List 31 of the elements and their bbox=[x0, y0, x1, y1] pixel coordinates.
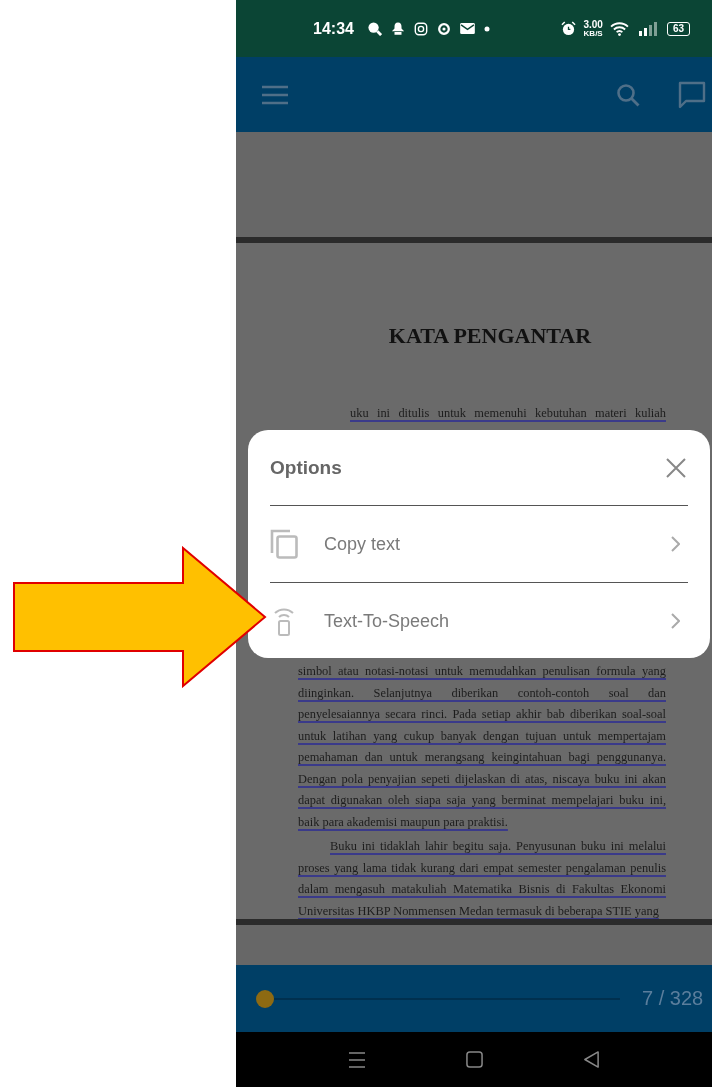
chat-icon[interactable] bbox=[678, 80, 706, 109]
close-button[interactable] bbox=[664, 455, 688, 480]
menu-icon[interactable] bbox=[348, 1050, 366, 1069]
chevron-icon bbox=[670, 613, 680, 629]
dialog-title: Options bbox=[270, 456, 342, 479]
menu-item[interactable]: Text-To-Speech bbox=[270, 582, 688, 659]
search-icon bbox=[366, 21, 382, 36]
mail-icon bbox=[459, 23, 475, 34]
dot-icon bbox=[483, 25, 490, 32]
slider-thumb[interactable] bbox=[256, 989, 274, 1008]
battery-indicator: 63 bbox=[666, 21, 690, 36]
search-icon[interactable] bbox=[616, 82, 640, 107]
menu-icon[interactable] bbox=[262, 84, 288, 105]
network-speed: 3.00 bbox=[583, 19, 603, 30]
back-icon[interactable] bbox=[583, 1051, 600, 1068]
page-counter: 7 / 328 bbox=[642, 987, 704, 1010]
alarm-icon bbox=[561, 21, 577, 36]
speed-unit: KB/S bbox=[583, 29, 603, 38]
text-line: uku ini ditulis untuk memenuhi kebutuhan materi kuliah bbox=[350, 405, 666, 422]
ring-icon bbox=[436, 21, 451, 36]
paragraph: simbol atau notasi-notasi untuk memudahkan penulisan formula yang diinginkan. Selanjutnya diberikan contoh-contoh soal dan penyelesaiannya secara rinci. Pada setiap akhir bab diberikan soal-soal untuk latihan yang cukup banyak dengan tujuan untuk mempertajam pemahaman dan untuk merangsang keingintahuan bagi penggunanya. Dengan pola penyajian sepeti dijelaskan di atas, niscaya buku ini akan dapat digunakan oleh siapa saja yang berminat mempelajari buku ini, baik para akademisi maupun para praktisi. bbox=[298, 663, 666, 831]
clock-time: 14:34 bbox=[313, 19, 354, 38]
chevron-icon bbox=[670, 536, 680, 552]
document-title: KATA PENGANTAR bbox=[387, 323, 593, 349]
menu-item[interactable]: Copy text bbox=[270, 506, 688, 582]
home-icon[interactable] bbox=[466, 1051, 483, 1068]
signal-icon bbox=[637, 21, 658, 36]
camera-icon bbox=[413, 21, 428, 36]
copy-icon bbox=[270, 529, 298, 559]
paragraph: Buku ini tidaklah lahir begitu saja. Penyusunan buku ini melalui proses yang lama tidak kurang dari empat semester pengalaman penulis dalam mengasuh matakuliah Matematika Bisnis di Fakultas Ekonomi Universitas HKBP Nommensen Medan termasuk di beberapa STIE yang bbox=[298, 838, 666, 919]
wifi-icon bbox=[609, 21, 629, 36]
